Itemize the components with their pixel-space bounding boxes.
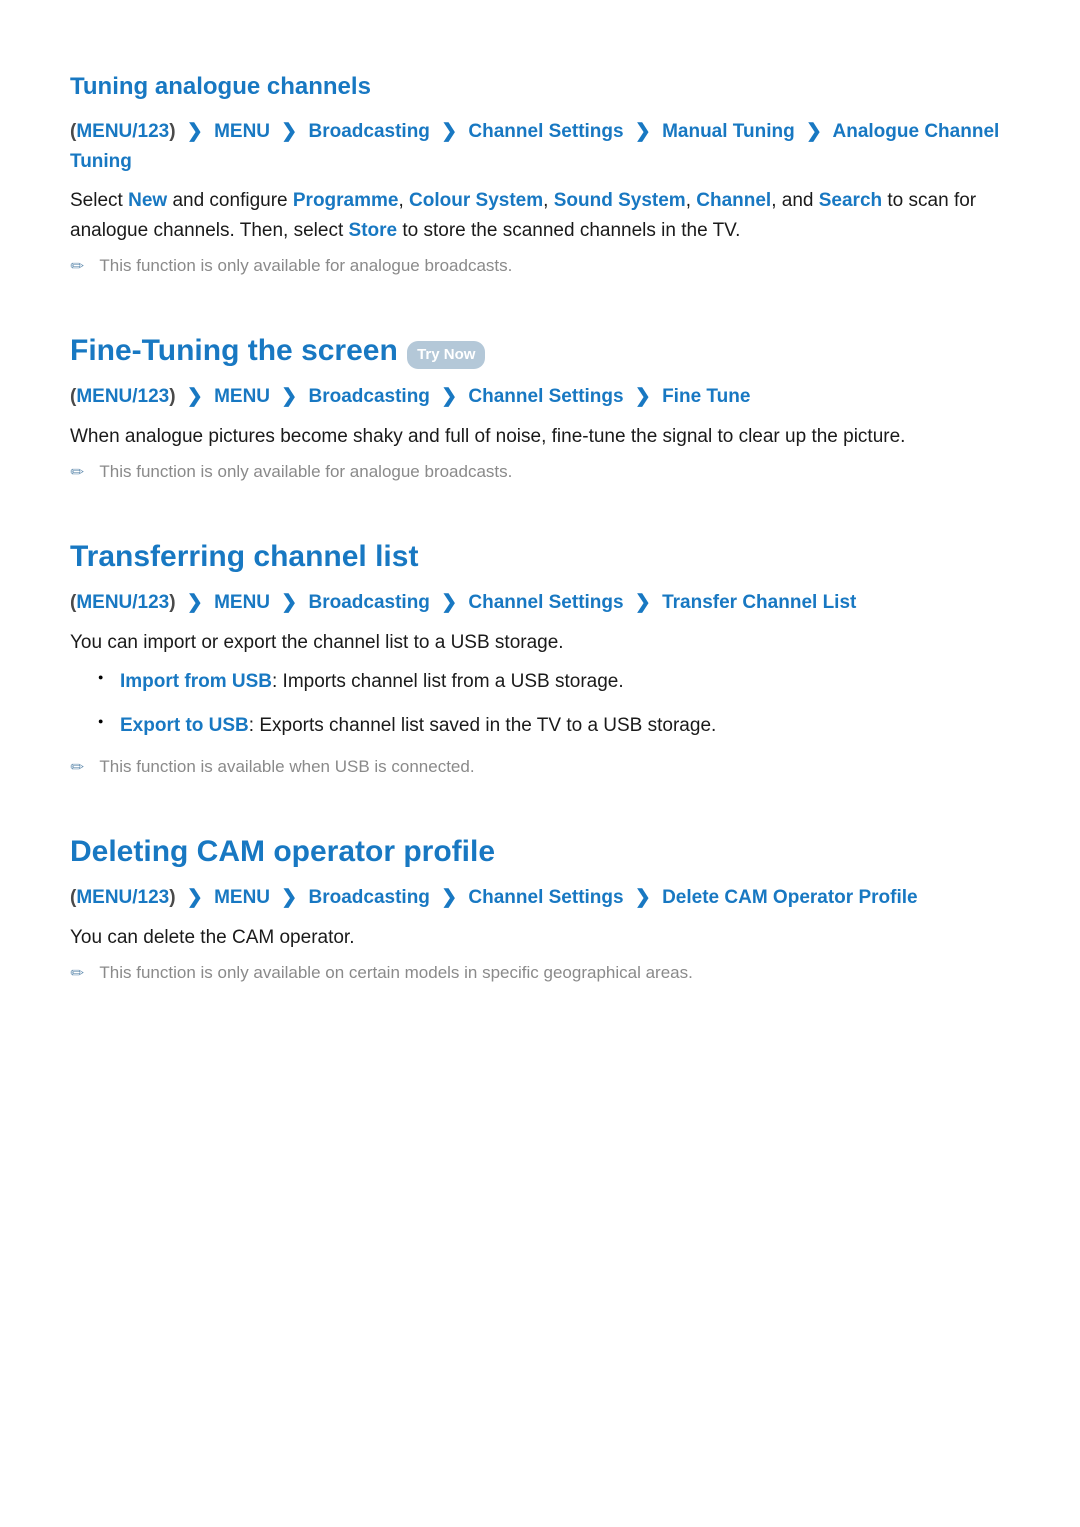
heading-transfer-channel-list: Transferring channel list xyxy=(70,534,1010,581)
note: ✎ This function is only available for an… xyxy=(70,459,1010,486)
bc-channel-settings[interactable]: Channel Settings xyxy=(468,121,623,142)
bc-menu[interactable]: MENU xyxy=(214,386,270,407)
paragraph: You can delete the CAM operator. xyxy=(70,923,1010,952)
term-export-usb: Export to USB xyxy=(120,715,249,736)
bc-menu[interactable]: MENU xyxy=(214,887,270,908)
breadcrumb: (MENU/123) ❯ MENU ❯ Broadcasting ❯ Chann… xyxy=(70,588,1010,617)
bc-channel-settings[interactable]: Channel Settings xyxy=(468,386,623,407)
bc-menu123[interactable]: MENU/123 xyxy=(76,121,169,142)
bc-menu123[interactable]: MENU/123 xyxy=(76,592,169,613)
term-colour-system: Colour System xyxy=(409,190,543,211)
heading-row: Fine-Tuning the screen Try Now xyxy=(70,328,1010,375)
heading-fine-tuning: Fine-Tuning the screen xyxy=(70,334,398,367)
bc-fine-tune[interactable]: Fine Tune xyxy=(662,386,750,407)
pencil-icon: ✎ xyxy=(65,961,92,988)
paragraph: You can import or export the channel lis… xyxy=(70,628,1010,657)
list-item: Import from USB: Imports channel list fr… xyxy=(98,667,1010,696)
section-fine-tuning: Fine-Tuning the screen Try Now (MENU/123… xyxy=(70,328,1010,486)
paragraph: Select New and configure Programme, Colo… xyxy=(70,186,1010,245)
bc-menu123[interactable]: MENU/123 xyxy=(76,386,169,407)
breadcrumb: (MENU/123) ❯ MENU ❯ Broadcasting ❯ Chann… xyxy=(70,382,1010,411)
chevron-icon: ❯ xyxy=(441,117,457,146)
chevron-icon: ❯ xyxy=(806,117,822,146)
chevron-icon: ❯ xyxy=(441,883,457,912)
bullet-list: Import from USB: Imports channel list fr… xyxy=(70,667,1010,740)
term-new: New xyxy=(128,190,167,211)
bc-broadcasting[interactable]: Broadcasting xyxy=(309,121,430,142)
chevron-icon: ❯ xyxy=(187,588,203,617)
note-text: This function is available when USB is c… xyxy=(99,754,474,780)
paragraph: When analogue pictures become shaky and … xyxy=(70,422,1010,451)
bc-channel-settings[interactable]: Channel Settings xyxy=(468,887,623,908)
term-search: Search xyxy=(819,190,882,211)
term-programme: Programme xyxy=(293,190,399,211)
bc-menu123[interactable]: MENU/123 xyxy=(76,887,169,908)
paren-close: ) xyxy=(169,386,175,407)
bc-channel-settings[interactable]: Channel Settings xyxy=(468,592,623,613)
term-channel: Channel xyxy=(696,190,771,211)
paren-close: ) xyxy=(169,592,175,613)
bc-broadcasting[interactable]: Broadcasting xyxy=(309,592,430,613)
term-import-usb: Import from USB xyxy=(120,671,272,692)
chevron-icon: ❯ xyxy=(635,588,651,617)
note: ✎ This function is available when USB is… xyxy=(70,754,1010,781)
chevron-icon: ❯ xyxy=(635,382,651,411)
bc-manual-tuning[interactable]: Manual Tuning xyxy=(662,121,795,142)
bc-transfer-channel-list[interactable]: Transfer Channel List xyxy=(662,592,856,613)
breadcrumb: (MENU/123) ❯ MENU ❯ Broadcasting ❯ Chann… xyxy=(70,117,1010,176)
term-store: Store xyxy=(349,220,398,241)
breadcrumb: (MENU/123) ❯ MENU ❯ Broadcasting ❯ Chann… xyxy=(70,883,1010,912)
heading-tuning-analogue: Tuning analogue channels xyxy=(70,68,1010,105)
section-delete-cam: Deleting CAM operator profile (MENU/123)… xyxy=(70,829,1010,987)
bc-delete-cam-operator-profile[interactable]: Delete CAM Operator Profile xyxy=(662,887,918,908)
chevron-icon: ❯ xyxy=(187,382,203,411)
chevron-icon: ❯ xyxy=(187,117,203,146)
bc-menu[interactable]: MENU xyxy=(214,121,270,142)
pencil-icon: ✎ xyxy=(65,460,92,487)
chevron-icon: ❯ xyxy=(441,382,457,411)
pencil-icon: ✎ xyxy=(65,755,92,782)
pencil-icon: ✎ xyxy=(65,254,92,281)
note: ✎ This function is only available on cer… xyxy=(70,960,1010,987)
chevron-icon: ❯ xyxy=(281,588,297,617)
chevron-icon: ❯ xyxy=(281,117,297,146)
paren-close: ) xyxy=(169,887,175,908)
note-text: This function is only available on certa… xyxy=(99,960,692,986)
section-transfer-channel-list: Transferring channel list (MENU/123) ❯ M… xyxy=(70,534,1010,781)
term-sound-system: Sound System xyxy=(554,190,686,211)
chevron-icon: ❯ xyxy=(281,382,297,411)
bc-menu[interactable]: MENU xyxy=(214,592,270,613)
note-text: This function is only available for anal… xyxy=(99,459,512,485)
chevron-icon: ❯ xyxy=(635,883,651,912)
try-now-badge[interactable]: Try Now xyxy=(407,341,485,369)
section-tuning-analogue: Tuning analogue channels (MENU/123) ❯ ME… xyxy=(70,68,1010,280)
note-text: This function is only available for anal… xyxy=(99,253,512,279)
chevron-icon: ❯ xyxy=(441,588,457,617)
bc-broadcasting[interactable]: Broadcasting xyxy=(309,887,430,908)
chevron-icon: ❯ xyxy=(187,883,203,912)
note: ✎ This function is only available for an… xyxy=(70,253,1010,280)
list-item: Export to USB: Exports channel list save… xyxy=(98,711,1010,740)
chevron-icon: ❯ xyxy=(281,883,297,912)
chevron-icon: ❯ xyxy=(635,117,651,146)
heading-delete-cam: Deleting CAM operator profile xyxy=(70,829,1010,876)
bc-broadcasting[interactable]: Broadcasting xyxy=(309,386,430,407)
paren-close: ) xyxy=(169,121,175,142)
